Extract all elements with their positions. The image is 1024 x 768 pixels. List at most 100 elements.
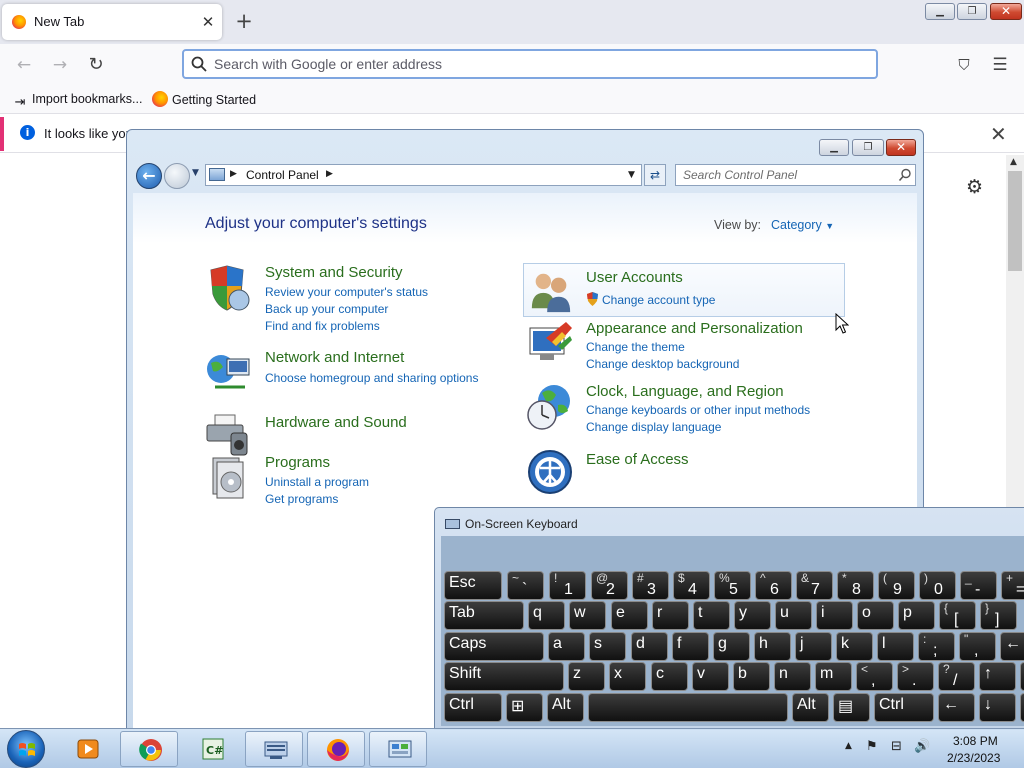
minimize-button[interactable]: ▁ — [925, 3, 955, 20]
back-arrow-icon[interactable]: ← — [12, 54, 36, 76]
clock-date[interactable]: 2/23/2023 — [947, 751, 1000, 765]
key-n[interactable]: n — [774, 662, 811, 691]
key-l[interactable]: l — [877, 632, 914, 661]
key-caps[interactable]: Caps — [444, 632, 544, 661]
link-find-fix[interactable]: Find and fix problems — [265, 319, 380, 333]
network-icon[interactable]: ⊟ — [891, 739, 907, 755]
taskbar-keyboard[interactable] — [245, 731, 303, 767]
gear-icon[interactable]: ⚙ — [966, 177, 986, 197]
address-dropdown-icon[interactable]: ▼ — [628, 170, 635, 180]
key-o[interactable]: o — [857, 601, 894, 630]
key-symbol[interactable]: :; — [918, 632, 955, 661]
pocket-icon[interactable]: ⛉ — [952, 54, 976, 76]
view-by-dropdown[interactable]: Category ▼ — [771, 218, 834, 232]
key-symbol[interactable]: ", — [959, 632, 996, 661]
key-symbol[interactable]: ← — [938, 693, 975, 722]
key-symbol[interactable]: }] — [980, 601, 1017, 630]
key-g[interactable]: g — [713, 632, 750, 661]
key-p[interactable]: p — [898, 601, 935, 630]
category-title[interactable]: Ease of Access — [586, 451, 689, 468]
link-change-theme[interactable]: Change the theme — [586, 340, 685, 354]
key-j[interactable]: j — [795, 632, 832, 661]
key-e[interactable]: e — [611, 601, 648, 630]
key-c[interactable]: c — [651, 662, 688, 691]
key-symbol[interactable]: ↑ — [979, 662, 1016, 691]
cp-close-button[interactable]: ✕ — [886, 139, 916, 156]
category-title[interactable]: Clock, Language, and Region — [586, 383, 784, 400]
back-button[interactable]: ← — [136, 163, 162, 189]
taskbar-media-player[interactable] — [58, 731, 116, 767]
key-v[interactable]: v — [692, 662, 729, 691]
key-s[interactable]: s — [589, 632, 626, 661]
taskbar-control-panel[interactable] — [369, 731, 427, 767]
category-title[interactable]: Hardware and Sound — [265, 414, 407, 431]
key-z[interactable]: z — [568, 662, 605, 691]
volume-icon[interactable]: 🔊 — [914, 739, 930, 755]
link-backup[interactable]: Back up your computer — [265, 302, 388, 316]
cp-address-bar[interactable]: ▶ Control Panel ▶ ▼ — [205, 164, 642, 186]
key-k[interactable]: k — [836, 632, 873, 661]
bookmark-getting-started[interactable]: Getting Started — [152, 91, 256, 109]
key-blank[interactable] — [588, 693, 788, 722]
category-title[interactable]: Programs — [265, 454, 330, 471]
key-symbol[interactable]: _ - — [960, 571, 997, 600]
key-i[interactable]: i — [816, 601, 853, 630]
key-9[interactable]: (9 — [878, 571, 915, 600]
address-bar[interactable] — [182, 49, 878, 79]
forward-arrow-icon[interactable]: → — [48, 54, 72, 76]
key-symbol[interactable]: ⊞ — [506, 693, 543, 722]
key-symbol[interactable]: ~ ` — [507, 571, 544, 600]
link-homegroup[interactable]: Choose homegroup and sharing options — [265, 371, 478, 385]
category-user-accounts[interactable]: User Accounts Change account type — [523, 263, 845, 317]
scroll-up-icon[interactable]: ▲ — [1010, 157, 1017, 167]
key-symbol[interactable]: += — [1001, 571, 1024, 600]
key-blank[interactable] — [1020, 693, 1024, 722]
reload-icon[interactable]: ↻ — [84, 54, 108, 76]
category-title[interactable]: User Accounts — [586, 269, 683, 286]
key-t[interactable]: t — [693, 601, 730, 630]
key-5[interactable]: % 5 — [714, 571, 751, 600]
taskbar-chrome[interactable] — [120, 731, 178, 767]
key-esc[interactable]: Esc — [444, 571, 502, 600]
key-u[interactable]: u — [775, 601, 812, 630]
key-symbol[interactable]: {[ — [939, 601, 976, 630]
key-alt[interactable]: Alt — [547, 693, 584, 722]
link-review-status[interactable]: Review your computer's status — [265, 285, 428, 299]
refresh-icon[interactable]: ⇄ — [644, 164, 666, 186]
key-symbol[interactable]: ← — [1000, 632, 1024, 661]
key-alt[interactable]: Alt — [792, 693, 829, 722]
taskbar-csharp[interactable]: C# — [183, 731, 241, 767]
bookmark-import[interactable]: ⇥ Import bookmarks... — [12, 91, 143, 109]
cp-minimize-button[interactable]: ▁ — [819, 139, 849, 156]
key-0[interactable]: ) 0 — [919, 571, 956, 600]
link-desktop-background[interactable]: Change desktop background — [586, 357, 739, 371]
category-title[interactable]: Appearance and Personalization — [586, 320, 803, 337]
breadcrumb[interactable]: Control Panel — [246, 168, 319, 182]
key-symbol[interactable]: ↓ — [979, 693, 1016, 722]
key-x[interactable]: x — [609, 662, 646, 691]
new-tab-button[interactable]: + — [232, 10, 256, 34]
search-icon[interactable] — [898, 168, 912, 182]
category-title[interactable]: System and Security — [265, 264, 403, 281]
link-change-account-type[interactable]: Change account type — [602, 293, 715, 307]
key-w[interactable]: w — [569, 601, 606, 630]
link-uninstall[interactable]: Uninstall a program — [265, 475, 369, 489]
key-f[interactable]: f — [672, 632, 709, 661]
key-ctrl[interactable]: Ctrl — [874, 693, 934, 722]
key-b[interactable]: b — [733, 662, 770, 691]
close-window-button[interactable]: ✕ — [990, 3, 1022, 20]
key-h[interactable]: h — [754, 632, 791, 661]
key-3[interactable]: #3 — [632, 571, 669, 600]
key-4[interactable]: $4 — [673, 571, 710, 600]
link-change-keyboards[interactable]: Change keyboards or other input methods — [586, 403, 810, 417]
key-7[interactable]: & 7 — [796, 571, 833, 600]
close-notice-icon[interactable]: ✕ — [990, 122, 1007, 146]
key-symbol[interactable]: <, — [856, 662, 893, 691]
scrollbar-thumb[interactable] — [1008, 171, 1022, 271]
taskbar-firefox[interactable] — [307, 731, 365, 767]
action-center-flag-icon[interactable]: ⚑ — [866, 739, 882, 755]
show-hidden-icons[interactable]: ▲ — [845, 741, 852, 751]
key-blank[interactable] — [1020, 662, 1024, 691]
key-q[interactable]: q — [528, 601, 565, 630]
key-6[interactable]: ^ 6 — [755, 571, 792, 600]
